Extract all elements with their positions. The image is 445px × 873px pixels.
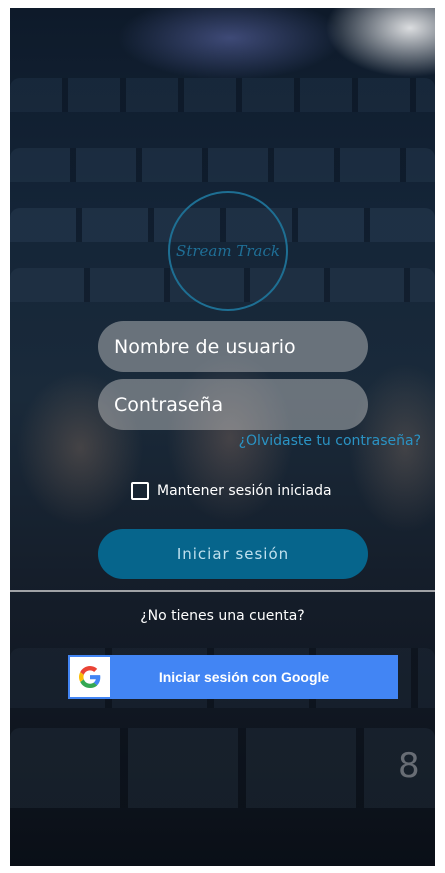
username-input[interactable]: Nombre de usuario (98, 321, 368, 372)
google-signin-button[interactable]: Iniciar sesión con Google (68, 655, 398, 699)
app-logo-text: Stream Track (176, 242, 280, 260)
login-button[interactable]: Iniciar sesión (98, 529, 368, 579)
app-logo: Stream Track (168, 191, 288, 311)
signup-link[interactable]: ¿No tienes una cuenta? (10, 608, 435, 624)
divider (10, 590, 435, 592)
seat-number: 8 (398, 746, 420, 786)
theater-seats-row (10, 148, 435, 182)
remember-session[interactable]: Mantener sesión iniciada (131, 482, 332, 500)
google-g-icon (70, 657, 110, 697)
password-placeholder: Contraseña (114, 393, 224, 416)
remember-checkbox[interactable] (131, 482, 149, 500)
theater-seats-row (10, 78, 435, 112)
forgot-password-link[interactable]: ¿Olvidaste tu contraseña? (239, 433, 421, 449)
theater-seats-row (10, 728, 435, 808)
google-signin-label: Iniciar sesión con Google (158, 669, 330, 685)
password-input[interactable]: Contraseña (98, 379, 368, 430)
username-placeholder: Nombre de usuario (114, 335, 296, 358)
login-screen: 8 Stream Track Nombre de usuario Contras… (10, 8, 435, 866)
remember-label: Mantener sesión iniciada (157, 483, 332, 499)
